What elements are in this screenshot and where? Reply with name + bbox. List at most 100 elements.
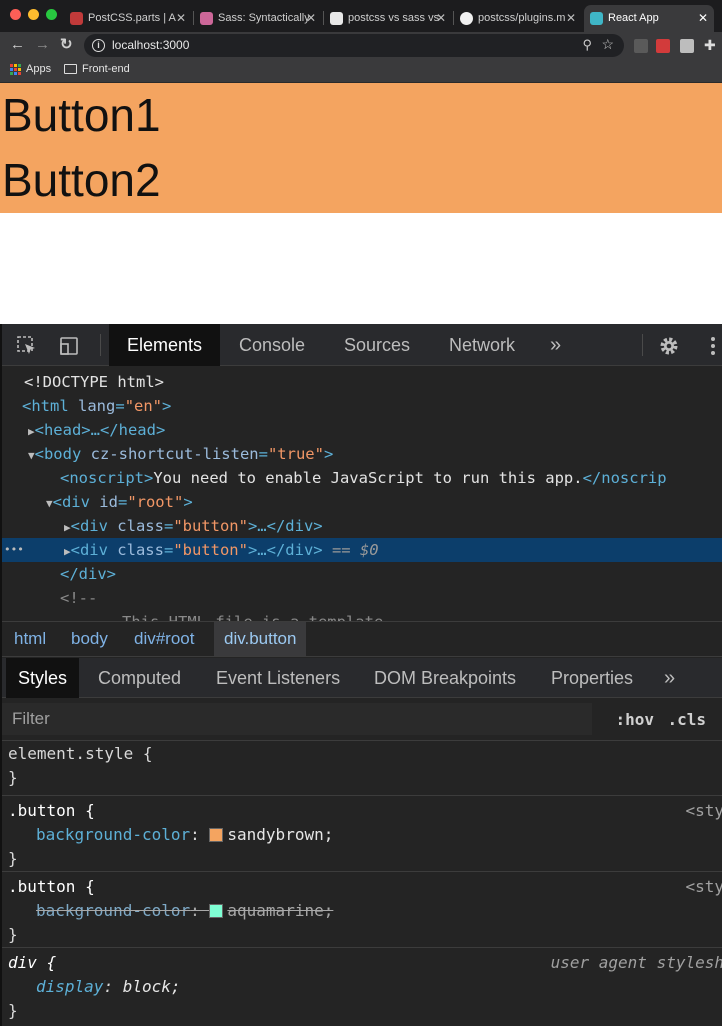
- color-swatch-icon[interactable]: [209, 828, 224, 842]
- tab-computed[interactable]: Computed: [86, 658, 193, 698]
- device-toolbar-icon[interactable]: [58, 335, 80, 357]
- selected-node-marker: == $0: [331, 541, 379, 559]
- tab-sources[interactable]: Sources: [326, 324, 428, 366]
- devtools-panel: Elements Console Sources Network » <!DOC…: [0, 324, 722, 1026]
- bookmark-front-end[interactable]: Front-end: [64, 63, 130, 75]
- tab-console[interactable]: Console: [221, 324, 323, 366]
- dom-node-head[interactable]: ▶<head>…</head>: [2, 418, 722, 442]
- zoom-icon[interactable]: ⚲: [582, 37, 592, 53]
- screen: PostCSS.parts | A ✕ Sass: Syntactically …: [0, 0, 722, 1026]
- css-declaration[interactable]: display: block;: [36, 975, 181, 999]
- page-favicon-icon: [330, 12, 343, 25]
- collapse-triangle-icon[interactable]: ▼: [28, 449, 35, 462]
- rule-source-link[interactable]: <sty: [685, 799, 722, 823]
- page-viewport: Button1 Button2: [0, 83, 722, 324]
- tab-close-icon[interactable]: ✕: [566, 5, 576, 32]
- tab-styles[interactable]: Styles: [6, 658, 80, 698]
- dom-node-div-button-1[interactable]: ▶<div class="button">…</div>: [2, 514, 722, 538]
- filter-input[interactable]: [2, 703, 592, 735]
- dom-node-comment[interactable]: <!--: [2, 586, 722, 610]
- puzzle-extensions-icon[interactable]: ✚: [704, 37, 718, 53]
- minimize-window-icon[interactable]: [28, 9, 39, 20]
- breadcrumb-html[interactable]: html: [14, 622, 46, 656]
- sass-favicon-icon: [200, 12, 213, 25]
- devtools-toolbar: Elements Console Sources Network »: [2, 324, 722, 366]
- tab-elements[interactable]: Elements: [109, 324, 221, 366]
- dom-node-div-root[interactable]: ▼<div id="root">: [2, 490, 722, 514]
- rule-div-user-agent: div { user agent stylesh display: block;…: [8, 953, 722, 1020]
- expand-triangle-icon[interactable]: ▶: [28, 425, 35, 438]
- more-tabs-icon[interactable]: »: [550, 324, 561, 366]
- gear-icon[interactable]: [658, 335, 680, 357]
- tab-close-icon[interactable]: ✕: [436, 5, 446, 32]
- forward-arrow-icon[interactable]: →: [35, 36, 50, 54]
- github-favicon-icon: [460, 12, 473, 25]
- kebab-menu-icon[interactable]: [702, 335, 722, 357]
- browser-tab-strip: PostCSS.parts | A ✕ Sass: Syntactically …: [0, 0, 722, 32]
- rule-source-label: user agent stylesh: [550, 953, 722, 972]
- bookmark-apps[interactable]: Apps: [10, 63, 51, 75]
- postcss-favicon-icon: [70, 12, 83, 25]
- browser-tab-sass[interactable]: Sass: Syntactically ✕: [194, 5, 322, 32]
- dom-tree: <!DOCTYPE html> <html lang="en"> ▶<head>…: [2, 367, 722, 621]
- extension-gray-icon[interactable]: [680, 39, 694, 53]
- styles-filter-bar: :hov .cls: [2, 699, 722, 741]
- folder-icon: [64, 64, 77, 74]
- bookmark-star-icon[interactable]: ☆: [601, 36, 614, 53]
- tab-dom-breakpoints[interactable]: DOM Breakpoints: [362, 658, 528, 698]
- dom-node-noscript[interactable]: <noscript>You need to enable JavaScript …: [2, 466, 722, 490]
- hov-toggle[interactable]: :hov: [615, 710, 654, 729]
- back-arrow-icon[interactable]: ←: [10, 36, 25, 54]
- dom-node-comment-text[interactable]: This HTML file is a template: [2, 610, 722, 621]
- url-text: localhost:3000: [112, 38, 190, 52]
- address-bar[interactable]: i localhost:3000 ⚲ ☆: [84, 34, 624, 57]
- extension-icon[interactable]: [634, 39, 648, 53]
- browser-toolbar: ← → ↻ i localhost:3000 ⚲ ☆ ✚: [0, 32, 722, 59]
- dom-node-body[interactable]: ▼<body cz-shortcut-listen="true">: [2, 442, 722, 466]
- css-declaration-overridden[interactable]: background-color: aquamarine;: [36, 899, 333, 923]
- extension-red-icon[interactable]: [656, 39, 670, 53]
- more-actions-dots-icon[interactable]: •••: [4, 538, 24, 562]
- tab-close-icon[interactable]: ✕: [176, 5, 186, 32]
- tab-network[interactable]: Network: [431, 324, 533, 366]
- css-declaration[interactable]: background-color: sandybrown;: [36, 823, 333, 847]
- inspect-element-icon[interactable]: [16, 335, 38, 357]
- cls-toggle[interactable]: .cls: [667, 710, 706, 729]
- browser-tab-react-app[interactable]: React App ✕: [584, 5, 714, 32]
- window-controls: [10, 9, 57, 20]
- expand-triangle-icon[interactable]: ▶: [64, 521, 71, 534]
- rule-element-style: element.style { }: [2, 742, 722, 796]
- react-favicon-icon: [590, 12, 603, 25]
- maximize-window-icon[interactable]: [46, 9, 57, 20]
- tab-close-icon[interactable]: ✕: [698, 5, 708, 32]
- breadcrumb-div-root[interactable]: div#root: [134, 622, 194, 656]
- tab-close-icon[interactable]: ✕: [306, 5, 316, 32]
- dom-node-div-close[interactable]: </div>: [2, 562, 722, 586]
- breadcrumb-div-button[interactable]: div.button: [214, 622, 307, 656]
- browser-tab-postcss-parts[interactable]: PostCSS.parts | A ✕: [64, 5, 192, 32]
- button-2[interactable]: Button2: [0, 148, 722, 213]
- expand-triangle-icon[interactable]: ▶: [64, 545, 71, 558]
- tab-properties[interactable]: Properties: [539, 658, 645, 698]
- reload-icon[interactable]: ↻: [60, 36, 73, 54]
- rule-button-aquamarine: .button { <sty background-color: aquamar…: [2, 872, 722, 948]
- apps-grid-icon: [10, 63, 21, 75]
- close-window-icon[interactable]: [10, 9, 21, 20]
- info-icon[interactable]: i: [92, 39, 105, 52]
- rule-button-sandybrown: .button { <sty background-color: sandybr…: [2, 796, 722, 872]
- browser-tab-postcss-plugins[interactable]: postcss/plugins.m ✕: [454, 5, 582, 32]
- dom-node-div-button-2-selected[interactable]: ••• ▶<div class="button">…</div> == $0: [2, 538, 722, 562]
- bookmarks-bar: Apps Front-end: [0, 59, 722, 83]
- rule-source-link[interactable]: <sty: [685, 875, 722, 899]
- dom-node-doctype[interactable]: <!DOCTYPE html>: [2, 370, 722, 394]
- breadcrumb-body[interactable]: body: [71, 622, 108, 656]
- dom-node-html[interactable]: <html lang="en">: [2, 394, 722, 418]
- breadcrumb: html body div#root div.button: [2, 621, 722, 657]
- color-swatch-icon[interactable]: [209, 904, 224, 918]
- styles-rules: element.style { } .button { <sty backgro…: [2, 742, 722, 1026]
- collapse-triangle-icon[interactable]: ▼: [46, 497, 53, 510]
- more-tabs-icon[interactable]: »: [652, 658, 687, 698]
- tab-event-listeners[interactable]: Event Listeners: [204, 658, 352, 698]
- browser-tab-postcss-vs-sass[interactable]: postcss vs sass vs ✕: [324, 5, 452, 32]
- button-1[interactable]: Button1: [0, 83, 722, 148]
